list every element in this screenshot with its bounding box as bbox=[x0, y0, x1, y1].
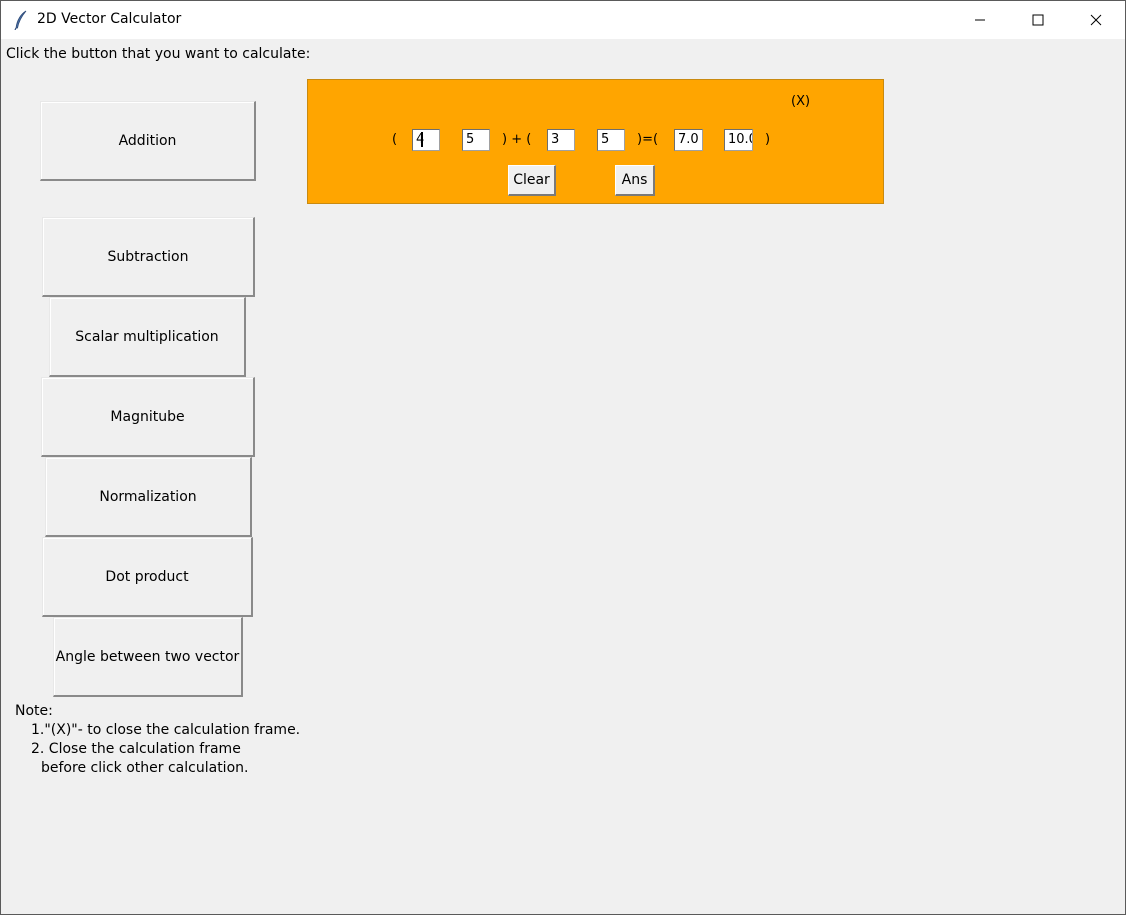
note-heading: Note: bbox=[15, 703, 53, 719]
scalar-multiplication-button[interactable]: Scalar multiplication bbox=[49, 297, 246, 377]
window-title: 2D Vector Calculator bbox=[37, 11, 182, 27]
result-y-field[interactable]: 10.0 bbox=[724, 129, 753, 151]
note-line-2: 2. Close the calculation frame bbox=[31, 741, 241, 757]
angle-between-vectors-button[interactable]: Angle between two vector bbox=[53, 617, 243, 697]
note-line-1: 1."(X)"- to close the calculation frame. bbox=[31, 722, 301, 738]
note-line-3: before click other calculation. bbox=[41, 760, 249, 776]
close-icon bbox=[1090, 14, 1102, 26]
vector1-x-input[interactable]: 4 bbox=[412, 129, 440, 151]
equals-label: )=( bbox=[637, 132, 659, 147]
minimize-button[interactable] bbox=[951, 1, 1009, 39]
vector2-y-input[interactable]: 5 bbox=[597, 129, 625, 151]
result-x-field[interactable]: 7.0 bbox=[674, 129, 703, 151]
maximize-icon bbox=[1032, 14, 1044, 26]
magnitude-button[interactable]: Magnitube bbox=[41, 377, 255, 457]
vector1-y-input[interactable]: 5 bbox=[462, 129, 490, 151]
addition-button[interactable]: Addition bbox=[40, 101, 256, 181]
subtraction-button[interactable]: Subtraction bbox=[42, 217, 255, 297]
close-paren: ) bbox=[765, 132, 771, 147]
maximize-button[interactable] bbox=[1009, 1, 1067, 39]
open-paren-1: ( bbox=[392, 132, 398, 147]
text-caret bbox=[421, 132, 424, 147]
frame-close-button[interactable]: (X) bbox=[791, 94, 810, 109]
ans-button[interactable]: Ans bbox=[615, 165, 655, 196]
close-button[interactable] bbox=[1067, 1, 1125, 39]
title-bar: 2D Vector Calculator bbox=[1, 1, 1125, 39]
calculation-frame: (X) ( 4 5 ) + ( 3 5 )=( 7.0 10.0 ) Clear… bbox=[307, 79, 884, 204]
plus-label: ) + ( bbox=[502, 132, 532, 147]
minimize-icon bbox=[975, 19, 985, 21]
dot-product-button[interactable]: Dot product bbox=[42, 537, 253, 617]
feather-icon bbox=[14, 10, 27, 30]
clear-button[interactable]: Clear bbox=[508, 165, 556, 196]
normalization-button[interactable]: Normalization bbox=[45, 457, 252, 537]
vector2-x-input[interactable]: 3 bbox=[547, 129, 575, 151]
instruction-label: Click the button that you want to calcul… bbox=[6, 46, 311, 62]
